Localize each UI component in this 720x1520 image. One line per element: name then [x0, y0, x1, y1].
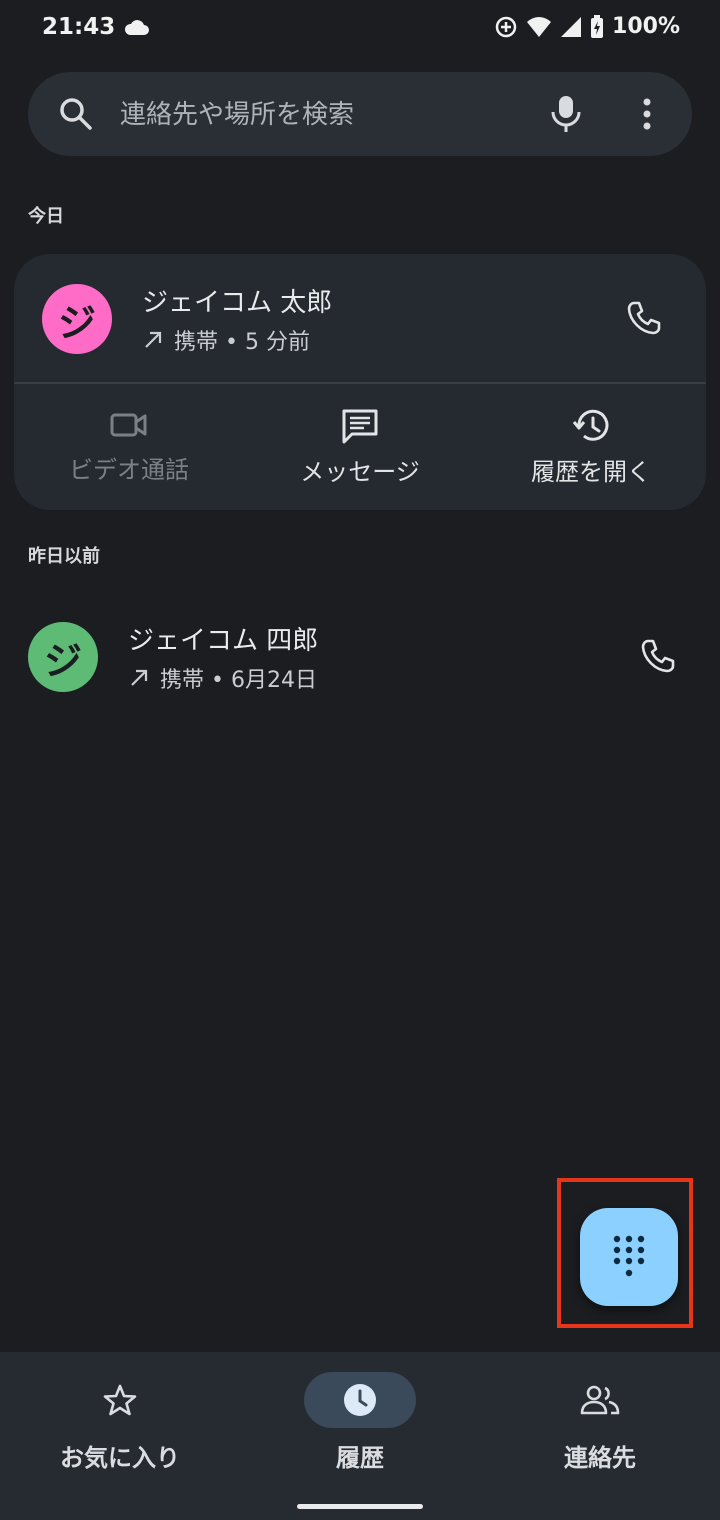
- status-icons: 100%: [494, 14, 680, 39]
- history-icon: [572, 409, 609, 441]
- search-bar[interactable]: 連絡先や場所を検索: [28, 72, 692, 156]
- search-icon[interactable]: [58, 96, 94, 132]
- contact-name[interactable]: ジェイコム 太郎: [142, 282, 332, 319]
- section-today: 今日: [28, 206, 64, 227]
- message-icon: [342, 409, 378, 444]
- outgoing-call-icon: [131, 669, 148, 686]
- open-history-label: 履歴を開く: [531, 458, 651, 486]
- video-icon: [110, 413, 147, 437]
- message-label: メッセージ: [300, 458, 420, 486]
- nav-contacts-label: 連絡先: [564, 1444, 636, 1472]
- battery-icon: [591, 14, 604, 38]
- nav-recents-label: 履歴: [336, 1444, 384, 1472]
- search-input[interactable]: 連絡先や場所を検索: [120, 94, 354, 131]
- battery-percent: 100%: [612, 14, 680, 39]
- nav-recents[interactable]: 履歴: [240, 1372, 480, 1473]
- nav-favorites-label: お気に入り: [60, 1444, 180, 1472]
- cloud-icon: [124, 20, 149, 35]
- call-detail-text: 携帯 • 5 分前: [174, 330, 310, 355]
- data-saver-icon: [495, 16, 517, 37]
- wifi-icon: [527, 16, 552, 37]
- phone-icon[interactable]: [624, 298, 664, 338]
- nav-favorites[interactable]: お気に入り: [0, 1372, 240, 1473]
- more-vert-icon[interactable]: [632, 94, 662, 134]
- call-detail-text: 携帯 • 6月24日: [160, 668, 317, 693]
- dialpad-icon: [613, 1235, 645, 1277]
- status-time: 21:43: [42, 14, 116, 40]
- video-call-action[interactable]: ビデオ通話: [14, 408, 244, 485]
- nav-contacts-pill: [544, 1372, 656, 1428]
- call-detail: 携帯 • 6月24日: [128, 662, 317, 694]
- star-icon: [103, 1384, 137, 1416]
- divider: [14, 382, 706, 384]
- bottom-navigation: お気に入り 履歴 連絡先: [0, 1352, 720, 1520]
- call-detail: 携帯 • 5 分前: [142, 324, 310, 356]
- mic-icon[interactable]: [548, 94, 584, 134]
- outgoing-call-icon: [145, 331, 162, 348]
- video-call-label: ビデオ通話: [69, 456, 189, 484]
- open-history-action[interactable]: 履歴を開く: [476, 408, 706, 487]
- avatar[interactable]: ジ: [28, 622, 98, 692]
- call-card-expanded: ジ ジェイコム 太郎 携帯 • 5 分前 ビデオ通話 メッセージ 履歴を開く: [14, 254, 706, 510]
- nav-contacts[interactable]: 連絡先: [480, 1372, 720, 1473]
- phone-icon[interactable]: [638, 636, 678, 676]
- signal-icon: [561, 16, 582, 37]
- call-row[interactable]: ジ ジェイコム 四郎 携帯 • 6月24日: [0, 592, 720, 720]
- avatar[interactable]: ジ: [42, 284, 112, 354]
- home-indicator[interactable]: [297, 1504, 423, 1509]
- clock-icon: [344, 1384, 376, 1416]
- people-icon: [580, 1385, 620, 1415]
- section-earlier: 昨日以前: [28, 546, 100, 567]
- message-action[interactable]: メッセージ: [245, 408, 475, 487]
- contact-name[interactable]: ジェイコム 四郎: [128, 620, 318, 657]
- nav-favorites-pill: [64, 1372, 176, 1428]
- nav-recents-pill: [304, 1372, 416, 1428]
- dialpad-button[interactable]: [580, 1208, 678, 1306]
